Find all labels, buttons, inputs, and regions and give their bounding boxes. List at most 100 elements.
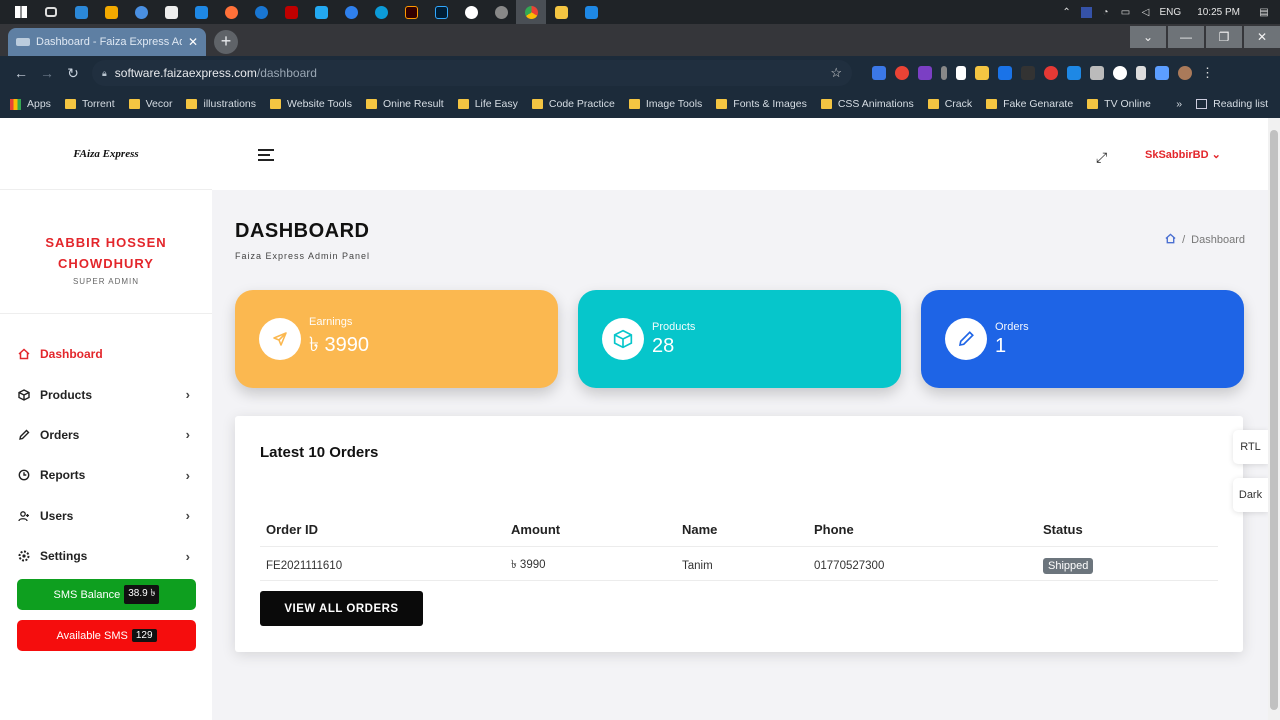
bookmark-folder[interactable]: Code Practice — [531, 98, 615, 110]
bookmark-folder[interactable]: Fake Genarate — [986, 98, 1073, 110]
clock[interactable]: 10:25 PM — [1197, 7, 1240, 18]
earnings-card[interactable]: Earnings ৳ 3990 — [235, 290, 558, 388]
taskbar-app-icon[interactable] — [156, 0, 186, 24]
reading-list[interactable]: Reading list — [1196, 98, 1268, 110]
tab-search-icon[interactable]: ⌄ — [1130, 26, 1166, 48]
menu-dots-icon[interactable]: ⋮ — [1201, 65, 1214, 81]
user-menu[interactable]: SkSabbirBD ⌄ — [1145, 148, 1221, 161]
sidebar-item-reports[interactable]: Reports › — [0, 455, 212, 495]
sidebar-item-users[interactable]: Users › — [0, 496, 212, 536]
extension-icon[interactable] — [1113, 66, 1127, 80]
address-bar[interactable]: 🔒︎ software.faizaexpress.com/dashboard ☆ — [92, 60, 852, 86]
taskbar-app-icon[interactable] — [66, 0, 96, 24]
new-tab-button[interactable]: + — [214, 30, 238, 54]
chevron-up-icon[interactable]: ⌃ — [1061, 6, 1073, 18]
scrollbar-thumb[interactable] — [1270, 130, 1278, 710]
table-row[interactable]: FE2021111610 ৳ 3990 Tanim 01770527300 Sh… — [260, 546, 1218, 581]
wifi-icon[interactable]: ◔ — [1100, 6, 1112, 18]
bookmark-folder[interactable]: Onine Result — [366, 98, 444, 110]
bookmark-folder[interactable]: illustrations — [186, 98, 256, 110]
volume-icon[interactable]: ◁ — [1140, 6, 1152, 18]
bookmark-folder[interactable]: Torrent — [64, 98, 115, 110]
avatar[interactable] — [1178, 66, 1192, 80]
taskbar-app-icon[interactable] — [546, 0, 576, 24]
extension-icon[interactable] — [1021, 66, 1035, 80]
home-icon[interactable] — [1165, 233, 1176, 247]
brand-logo[interactable]: FAiza Express — [73, 148, 138, 160]
extension-icon[interactable] — [918, 66, 932, 80]
taskbar-app-icon[interactable] — [96, 0, 126, 24]
bookmark-folder[interactable]: Image Tools — [628, 98, 702, 110]
bookmark-apps[interactable]: Apps — [10, 98, 51, 110]
filezilla-icon[interactable] — [276, 0, 306, 24]
products-card[interactable]: Products 28 — [578, 290, 901, 388]
main-content: DASHBOARD Faiza Express Admin Panel / Da… — [212, 190, 1268, 720]
language-indicator[interactable]: ENG — [1160, 7, 1182, 18]
bookmark-folder[interactable]: Fonts & Images — [716, 98, 807, 110]
forward-icon[interactable]: → — [34, 65, 60, 81]
available-sms-badge[interactable]: Available SMS 129 — [17, 620, 196, 652]
close-window-button[interactable]: ✕ — [1244, 26, 1280, 48]
taskbar-app-icon[interactable] — [246, 0, 276, 24]
sidebar-item-orders[interactable]: Orders › — [0, 415, 212, 455]
hamburger-menu-icon[interactable] — [258, 149, 274, 161]
photoshop-icon[interactable] — [426, 0, 456, 24]
bookmark-folder[interactable]: Life Easy — [457, 98, 518, 110]
task-view-icon[interactable] — [36, 0, 66, 24]
back-icon[interactable]: ← — [8, 65, 34, 81]
extension-icon[interactable] — [1136, 66, 1146, 80]
table-header-row: Order ID Amount Name Phone Status — [260, 514, 1218, 547]
taskbar-app-icon[interactable] — [456, 0, 486, 24]
dark-mode-toggle-button[interactable]: Dark — [1233, 478, 1268, 512]
sidebar-item-settings[interactable]: Settings › — [0, 536, 212, 576]
taskbar-app-icon[interactable] — [336, 0, 366, 24]
notification-icon[interactable]: ▤ — [1258, 6, 1270, 18]
sidebar-item-label: Settings — [40, 549, 88, 564]
bookmark-folder[interactable]: Vecor — [128, 98, 172, 110]
taskbar-app-icon[interactable] — [576, 0, 606, 24]
orders-card[interactable]: Orders 1 — [921, 290, 1244, 388]
taskbar-app-icon[interactable] — [126, 0, 156, 24]
rtl-toggle-button[interactable]: RTL — [1233, 430, 1268, 464]
page-scrollbar[interactable] — [1268, 118, 1280, 720]
edge-icon[interactable] — [366, 0, 396, 24]
fullscreen-icon[interactable]: ⤢ — [1096, 149, 1107, 166]
reading-list-icon — [1196, 99, 1208, 109]
close-tab-icon[interactable]: ✕ — [188, 35, 198, 49]
puzzle-icon[interactable] — [1155, 66, 1169, 80]
taskbar-app-icon[interactable] — [186, 0, 216, 24]
battery-icon[interactable]: ▭ — [1120, 6, 1132, 18]
extension-icon[interactable] — [1090, 66, 1104, 80]
taskbar-app-icon[interactable] — [486, 0, 516, 24]
bookmark-folder[interactable]: CSS Animations — [820, 98, 914, 110]
sidebar-item-products[interactable]: Products › — [0, 374, 212, 414]
bookmark-star-icon[interactable]: ☆ — [830, 65, 842, 81]
extension-icon[interactable] — [956, 66, 966, 80]
extension-icon[interactable] — [1044, 66, 1058, 80]
firefox-icon[interactable] — [216, 0, 246, 24]
bookmark-folder[interactable]: Crack — [927, 98, 972, 110]
reload-icon[interactable]: ↻ — [60, 65, 86, 82]
extension-icon[interactable] — [1067, 66, 1081, 80]
apps-grid-icon — [10, 98, 21, 110]
windows-start-icon[interactable] — [6, 0, 36, 24]
illustrator-icon[interactable] — [396, 0, 426, 24]
extension-icon[interactable] — [872, 66, 886, 80]
extension-icon[interactable] — [941, 66, 947, 80]
vscode-icon[interactable] — [306, 0, 336, 24]
more-bookmarks-icon[interactable]: » — [1176, 98, 1182, 110]
sms-balance-badge[interactable]: SMS Balance 38.9 ৳ — [17, 579, 196, 611]
extension-icon[interactable] — [998, 66, 1012, 80]
view-all-orders-button[interactable]: VIEW ALL ORDERS — [260, 591, 423, 626]
extension-icon[interactable] — [895, 66, 909, 80]
extension-icon[interactable] — [975, 66, 989, 80]
browser-tab[interactable]: Dashboard - Faiza Express Admin ✕ — [8, 28, 206, 56]
bookmark-folder[interactable]: Website Tools — [270, 98, 352, 110]
bookmark-folder[interactable]: TV Online — [1087, 98, 1151, 110]
tray-app-icon[interactable] — [1080, 6, 1092, 18]
lock-icon[interactable]: 🔒︎ — [102, 68, 107, 79]
minimize-button[interactable]: — — [1168, 26, 1204, 48]
maximize-button[interactable]: ❐ — [1206, 26, 1242, 48]
chrome-icon[interactable] — [516, 0, 546, 24]
sidebar-item-dashboard[interactable]: Dashboard — [0, 334, 212, 374]
